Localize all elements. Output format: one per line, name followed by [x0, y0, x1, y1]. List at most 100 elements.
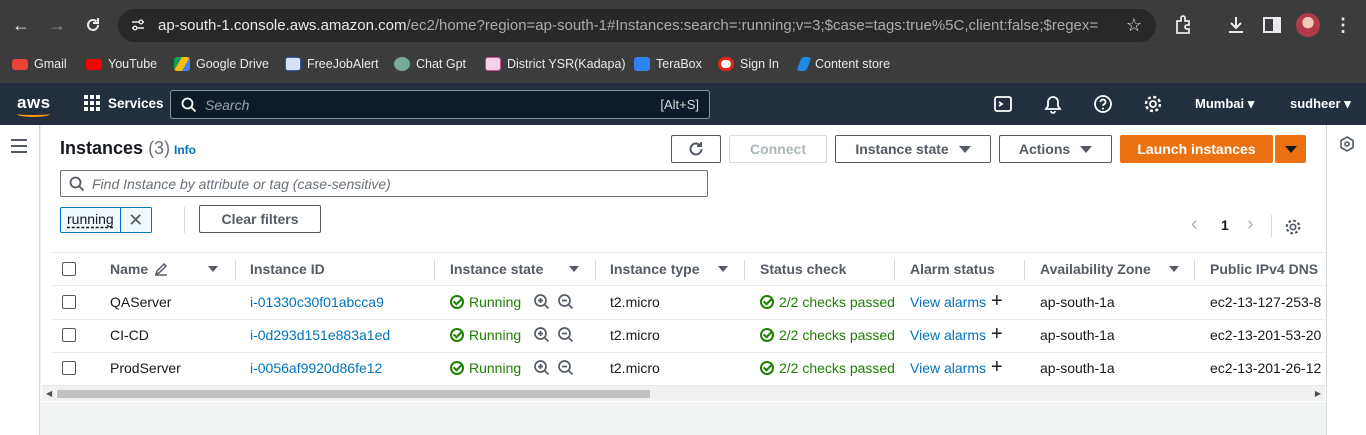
- row-checkbox[interactable]: [62, 295, 76, 309]
- zoom-out-icon[interactable]: [557, 293, 575, 311]
- caret-down-icon: [1284, 145, 1297, 153]
- refresh-button[interactable]: [671, 135, 721, 163]
- column-header-alarm-status[interactable]: Alarm status: [910, 261, 995, 277]
- column-header-public-ipv4-dns[interactable]: Public IPv4 DNS: [1210, 261, 1318, 277]
- edit-pencil-icon[interactable]: [154, 262, 168, 276]
- sort-caret-icon[interactable]: [208, 266, 218, 272]
- zoom-out-icon[interactable]: [557, 359, 575, 377]
- aws-logo[interactable]: aws: [17, 93, 51, 113]
- bookmark-content-store[interactable]: Content store: [796, 55, 891, 73]
- horizontal-scrollbar[interactable]: ◀ ▶: [42, 385, 1325, 401]
- help-icon[interactable]: [1093, 94, 1113, 114]
- instance-state-dropdown[interactable]: Instance state: [835, 135, 991, 163]
- public-dns: ec2-13-201-26-12: [1210, 360, 1322, 376]
- bookmark-gmail[interactable]: Gmail: [12, 55, 67, 73]
- bookmark-district[interactable]: District YSR(Kadapa): [485, 55, 626, 73]
- scrollbar-thumb[interactable]: [57, 390, 650, 398]
- remove-filter-close-icon[interactable]: ✕: [121, 208, 151, 232]
- select-all-checkbox[interactable]: [62, 262, 76, 276]
- zoom-in-icon[interactable]: [533, 293, 551, 311]
- profile-avatar[interactable]: [1296, 13, 1320, 37]
- aws-search-input[interactable]: Search [Alt+S]: [170, 90, 710, 119]
- download-icon[interactable]: [1224, 13, 1248, 37]
- bookmark-label: Chat Gpt: [416, 57, 467, 71]
- instance-id-link[interactable]: i-0d293d151e883a1ed: [250, 327, 390, 343]
- bookmark-label: TeraBox: [656, 57, 702, 71]
- scroll-right-arrow-icon[interactable]: ▶: [1315, 389, 1321, 398]
- sort-caret-icon[interactable]: [718, 266, 728, 272]
- bookmark-chatgpt[interactable]: Chat Gpt: [394, 55, 466, 73]
- column-header-instance-id[interactable]: Instance ID: [250, 261, 325, 277]
- cloudshell-icon[interactable]: [993, 94, 1013, 114]
- divider: [1271, 215, 1272, 237]
- view-alarms-link[interactable]: View alarms: [910, 294, 986, 310]
- preferences-gear-icon[interactable]: [1284, 218, 1302, 236]
- bookmark-terabox[interactable]: TeraBox: [634, 55, 702, 73]
- url-path: /ec2/home?region=ap-south-1#Instances:se…: [406, 17, 1098, 34]
- column-header-availability-zone[interactable]: Availability Zone: [1040, 261, 1151, 277]
- column-header-status-check[interactable]: Status check: [760, 261, 846, 277]
- success-check-icon: [450, 328, 464, 342]
- view-alarms-link[interactable]: View alarms: [910, 327, 986, 343]
- column-header-instance-type[interactable]: Instance type: [610, 261, 699, 277]
- next-page-chevron-icon[interactable]: ›: [1247, 213, 1254, 236]
- table-row[interactable]: ProdServer i-0056af9920d86fe12 Running t…: [51, 352, 1326, 386]
- site-settings-icon[interactable]: [130, 17, 146, 33]
- browser-menu-icon[interactable]: ⋮: [1334, 12, 1352, 38]
- clear-filters-button[interactable]: Clear filters: [199, 205, 321, 233]
- instance-filter-input[interactable]: Find Instance by attribute or tag (case-…: [60, 170, 708, 197]
- add-alarm-plus-icon[interactable]: +: [991, 357, 1003, 377]
- column-header-name[interactable]: Name: [110, 261, 148, 277]
- info-hexagon-icon[interactable]: [1339, 136, 1355, 152]
- row-checkbox[interactable]: [62, 328, 76, 342]
- bookmark-label: Content store: [815, 57, 891, 71]
- oracle-icon: [718, 57, 734, 71]
- previous-page-chevron-icon[interactable]: ‹: [1191, 213, 1198, 236]
- reload-icon[interactable]: [80, 12, 106, 38]
- connect-button[interactable]: Connect: [729, 135, 827, 163]
- instance-id-link[interactable]: i-0056af9920d86fe12: [250, 360, 382, 376]
- bookmark-google-drive[interactable]: Google Drive: [174, 55, 269, 73]
- row-checkbox[interactable]: [62, 361, 76, 375]
- back-arrow-icon[interactable]: ←: [8, 12, 34, 38]
- region-selector[interactable]: Mumbai ▾: [1195, 96, 1254, 112]
- content-store-icon: [796, 57, 812, 71]
- filter-token-label[interactable]: running: [61, 208, 121, 232]
- table-row[interactable]: CI-CD i-0d293d151e883a1ed Running t2.mic…: [51, 319, 1326, 353]
- table-row[interactable]: QAServer i-01330c30f01abcca9 Running t2.…: [51, 286, 1326, 320]
- menu-hamburger-icon[interactable]: [11, 139, 27, 157]
- bookmark-freejobalert[interactable]: FreeJobAlert: [285, 55, 379, 73]
- info-link[interactable]: Info: [174, 143, 196, 157]
- page-title: Instances (3): [60, 138, 170, 159]
- zoom-out-icon[interactable]: [557, 326, 575, 344]
- zoom-in-icon[interactable]: [533, 326, 551, 344]
- add-alarm-plus-icon[interactable]: +: [991, 291, 1003, 311]
- actions-dropdown[interactable]: Actions: [999, 135, 1112, 163]
- forward-arrow-icon[interactable]: →: [44, 12, 70, 38]
- scroll-left-arrow-icon[interactable]: ◀: [46, 389, 52, 398]
- bookmark-youtube[interactable]: YouTube: [86, 55, 157, 73]
- current-page-number[interactable]: 1: [1221, 217, 1229, 233]
- address-bar[interactable]: ap-south-1.console.aws.amazon.com/ec2/ho…: [118, 9, 1156, 42]
- column-header-instance-state[interactable]: Instance state: [450, 261, 543, 277]
- status-check: 2/2 checks passed: [760, 327, 895, 343]
- launch-instances-button[interactable]: Launch instances: [1120, 135, 1273, 163]
- zoom-in-icon[interactable]: [533, 359, 551, 377]
- services-menu-button[interactable]: Services: [84, 95, 164, 111]
- side-panel-icon[interactable]: [1260, 13, 1284, 37]
- account-menu[interactable]: sudheer ▾: [1290, 96, 1351, 112]
- launch-options-dropdown[interactable]: [1275, 135, 1306, 163]
- instance-id-link[interactable]: i-01330c30f01abcca9: [250, 294, 384, 310]
- settings-gear-icon[interactable]: [1143, 94, 1163, 114]
- add-alarm-plus-icon[interactable]: +: [991, 324, 1003, 344]
- sort-caret-icon[interactable]: [1169, 266, 1179, 272]
- bookmark-label: Sign In: [740, 57, 779, 71]
- bookmark-star-icon[interactable]: ☆: [1126, 15, 1142, 36]
- extensions-icon[interactable]: [1172, 13, 1196, 37]
- sort-caret-icon[interactable]: [569, 266, 579, 272]
- notifications-bell-icon[interactable]: [1043, 94, 1063, 114]
- terabox-icon: [634, 57, 650, 71]
- bookmark-sign-in[interactable]: Sign In: [718, 55, 779, 73]
- view-alarms-link[interactable]: View alarms: [910, 360, 986, 376]
- bookmark-label: FreeJobAlert: [307, 57, 379, 71]
